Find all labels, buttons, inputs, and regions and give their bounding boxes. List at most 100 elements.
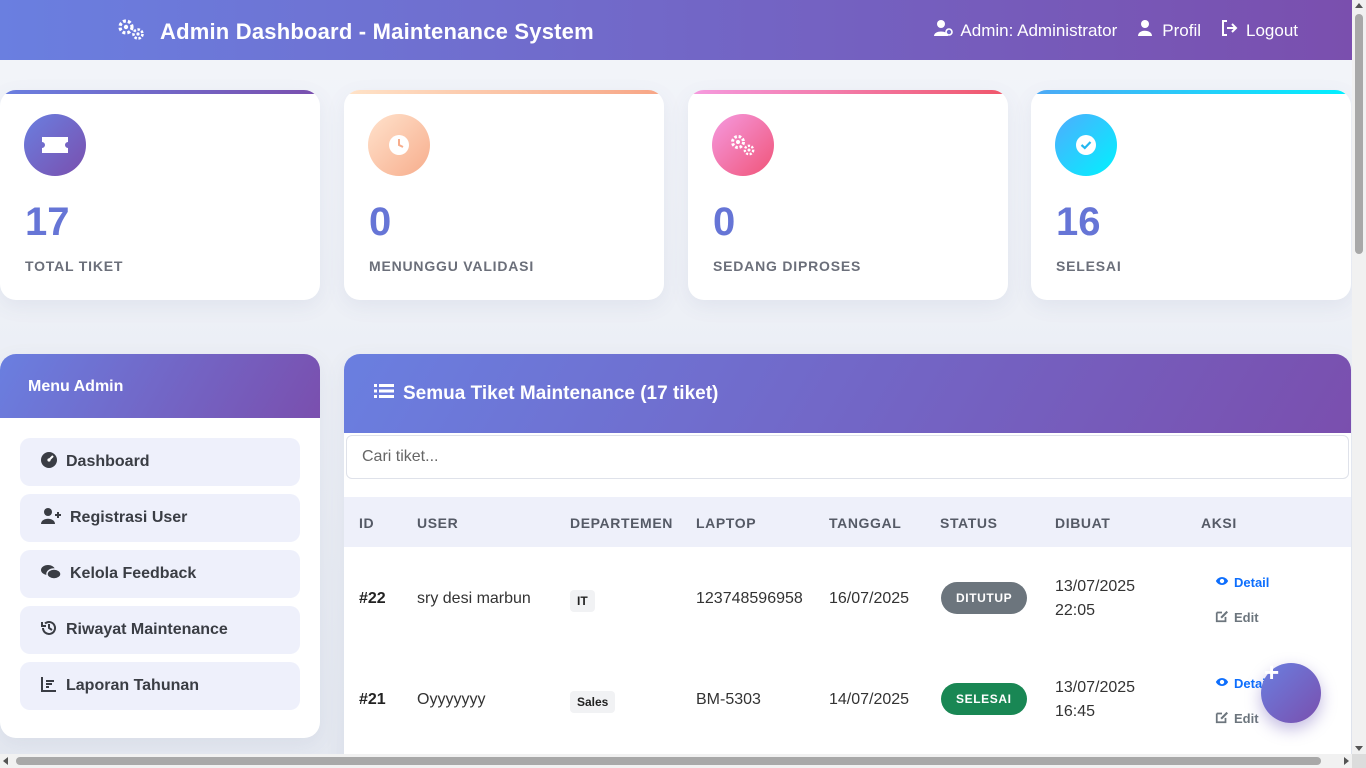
- ticket-search-input[interactable]: [346, 435, 1349, 479]
- stat-value: 0: [713, 200, 736, 244]
- brand[interactable]: Admin Dashboard - Maintenance System: [116, 17, 594, 46]
- detail-button[interactable]: Detail: [1215, 574, 1269, 591]
- stat-label: MENUNGGU VALIDASI: [369, 258, 535, 274]
- eye-icon: [1215, 675, 1229, 692]
- admin-user-label: Admin: Administrator: [960, 20, 1118, 40]
- vertical-scroll-thumb[interactable]: [1355, 14, 1363, 254]
- table-header: ID USER DEPARTEMEN LAPTOP TANGGAL STATUS…: [344, 497, 1351, 547]
- column-header-departemen[interactable]: DEPARTEMEN: [570, 515, 673, 531]
- column-header-laptop[interactable]: LAPTOP: [696, 515, 756, 531]
- column-header-id[interactable]: ID: [359, 515, 374, 531]
- tickets-panel-header: Semua Tiket Maintenance (17 tiket): [344, 354, 1351, 433]
- scroll-up-arrow-icon[interactable]: [1355, 3, 1363, 8]
- card-accent-line: [0, 90, 320, 94]
- sidebar-item-riwayat-maintenance[interactable]: Riwayat Maintenance: [20, 606, 300, 654]
- ticket-laptop: 123748596958: [696, 590, 803, 607]
- logout-icon: [1219, 19, 1239, 42]
- sidebar-item-registrasi-user[interactable]: Registrasi User: [20, 494, 300, 542]
- edit-button[interactable]: Edit: [1215, 609, 1259, 626]
- edit-label: Edit: [1234, 610, 1259, 625]
- top-navbar: Admin Dashboard - Maintenance System Adm…: [0, 0, 1352, 60]
- user-cog-icon: [933, 19, 954, 42]
- sidebar-item-label: Riwayat Maintenance: [66, 621, 228, 638]
- scroll-right-arrow-icon[interactable]: [1344, 757, 1349, 765]
- profil-label: Profil: [1162, 20, 1201, 40]
- stat-card-done: 16 SELESAI: [1031, 90, 1351, 300]
- stat-card-processing: 0 SEDANG DIPROSES: [688, 90, 1008, 300]
- ticket-date: 14/07/2025: [829, 691, 910, 708]
- stat-value: 16: [1056, 200, 1101, 244]
- history-icon: [40, 619, 58, 642]
- card-accent-line: [1031, 90, 1351, 94]
- user-icon: [1135, 19, 1155, 42]
- status-badge: DITUTUP: [941, 582, 1028, 614]
- column-header-aksi[interactable]: AKSI: [1201, 515, 1237, 531]
- logout-label: Logout: [1246, 20, 1298, 40]
- stat-card-waiting: 0 MENUNGGU VALIDASI: [344, 90, 664, 300]
- sidebar-item-label: Kelola Feedback: [70, 565, 197, 582]
- created-time: 16:45: [1055, 703, 1096, 720]
- scrollbar-corner: [1352, 754, 1366, 768]
- user-plus-icon: [40, 507, 62, 530]
- column-header-status[interactable]: STATUS: [940, 515, 998, 531]
- stat-value: 17: [25, 200, 70, 244]
- sidebar-item-dashboard[interactable]: Dashboard: [20, 438, 300, 486]
- tickets-panel: Semua Tiket Maintenance (17 tiket) ID US…: [344, 354, 1351, 768]
- horizontal-scrollbar[interactable]: [0, 754, 1352, 768]
- sidebar-item-kelola-feedback[interactable]: Kelola Feedback: [20, 550, 300, 598]
- comments-icon: [40, 563, 62, 586]
- chart-icon: [40, 675, 58, 698]
- stat-card-total: 17 TOTAL TIKET: [0, 90, 320, 300]
- scroll-left-arrow-icon[interactable]: [3, 757, 8, 765]
- floating-add-button[interactable]: +: [1261, 657, 1321, 723]
- ticket-user: sry desi marbun: [417, 590, 531, 607]
- ticket-date: 16/07/2025: [829, 590, 910, 607]
- gauge-icon: [40, 451, 58, 474]
- sidebar-item-label: Dashboard: [66, 453, 150, 470]
- tickets-panel-title: Semua Tiket Maintenance (17 tiket): [403, 382, 719, 404]
- column-header-user[interactable]: USER: [417, 515, 458, 531]
- plus-icon: +: [1264, 657, 1280, 687]
- department-badge: Sales: [570, 691, 616, 713]
- admin-user-link[interactable]: Admin: Administrator: [933, 19, 1117, 42]
- column-header-tanggal[interactable]: TANGGAL: [829, 515, 901, 531]
- ticket-icon: [24, 114, 86, 176]
- stat-label: SELESAI: [1056, 258, 1122, 274]
- table-row: #22 sry desi marbun IT 123748596958 16/0…: [344, 547, 1351, 648]
- logout-link[interactable]: Logout: [1219, 19, 1298, 42]
- eye-icon: [1215, 574, 1229, 591]
- admin-menu-title: Menu Admin: [0, 354, 320, 418]
- created-date: 13/07/2025: [1055, 679, 1136, 696]
- app-title: Admin Dashboard - Maintenance System: [160, 18, 594, 44]
- created-date: 13/07/2025: [1055, 578, 1136, 595]
- stat-label: TOTAL TIKET: [25, 258, 124, 274]
- edit-icon: [1215, 710, 1229, 727]
- profil-link[interactable]: Profil: [1135, 19, 1201, 42]
- gears-icon: [116, 17, 146, 46]
- list-icon: [374, 383, 394, 405]
- card-accent-line: [688, 90, 1008, 94]
- scroll-down-arrow-icon[interactable]: [1355, 746, 1363, 751]
- clock-icon: [368, 114, 430, 176]
- horizontal-scroll-thumb[interactable]: [16, 757, 1321, 765]
- status-badge: SELESAI: [941, 683, 1027, 715]
- stat-value: 0: [369, 200, 392, 244]
- sidebar-item-label: Registrasi User: [70, 509, 188, 526]
- table-row: #21 Oyyyyyyy Sales BM-5303 14/07/2025 SE…: [344, 648, 1351, 749]
- check-circle-icon: [1055, 114, 1117, 176]
- ticket-id: #21: [359, 691, 386, 708]
- department-badge: IT: [570, 590, 595, 612]
- ticket-user: Oyyyyyyy: [417, 691, 486, 708]
- column-header-dibuat[interactable]: DIBUAT: [1055, 515, 1110, 531]
- edit-button[interactable]: Edit: [1215, 710, 1259, 727]
- stat-label: SEDANG DIPROSES: [713, 258, 862, 274]
- edit-icon: [1215, 609, 1229, 626]
- top-nav: Admin: Administrator Profil Logout: [933, 19, 1298, 42]
- sidebar-item-label: Laporan Tahunan: [66, 677, 200, 694]
- gears-icon: [712, 114, 774, 176]
- created-time: 22:05: [1055, 602, 1096, 619]
- detail-label: Detail: [1234, 575, 1270, 590]
- vertical-scrollbar[interactable]: [1352, 0, 1366, 754]
- sidebar-item-laporan-tahunan[interactable]: Laporan Tahunan: [20, 662, 300, 710]
- card-accent-line: [344, 90, 664, 94]
